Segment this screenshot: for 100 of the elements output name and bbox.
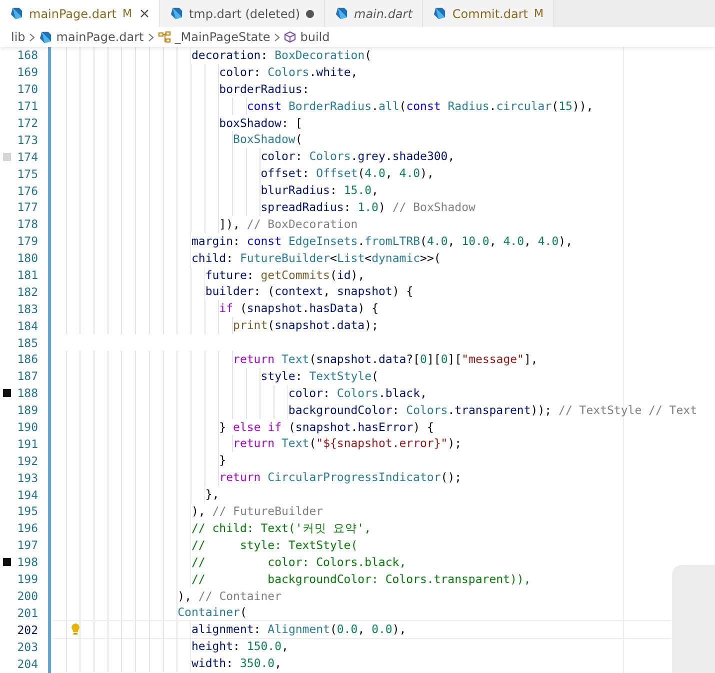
lightbulb-icon[interactable] xyxy=(71,623,80,636)
line-number: 193 xyxy=(16,470,39,485)
closing-label: // BoxDecoration xyxy=(246,216,358,233)
editor-tab[interactable]: tmp.dart (deleted) xyxy=(160,0,326,27)
code-line: boxShadow: [ xyxy=(219,114,302,132)
line-number: 183 xyxy=(16,302,39,316)
code-line: future: getCommits(id), xyxy=(205,266,365,284)
line-number: 195 xyxy=(16,504,39,518)
line-number: 202 xyxy=(16,622,39,637)
breadcrumb-item[interactable]: mainPage.dart xyxy=(56,30,144,44)
tab-label: mainPage.dart xyxy=(29,6,116,20)
line-number: 186 xyxy=(16,352,39,366)
line-number: 175 xyxy=(16,166,39,181)
line-number: 198 xyxy=(16,555,39,570)
line-number: 179 xyxy=(16,234,39,248)
closing-label: // BoxShadow xyxy=(392,199,476,216)
code-line: return CircularProgressIndicator(); xyxy=(219,469,462,486)
line-number: 178 xyxy=(16,217,39,232)
line-number: 172 xyxy=(16,116,39,130)
modified-indicator-text: M xyxy=(122,7,132,20)
code-line: color: Colors.black, xyxy=(288,384,427,402)
line-number: 171 xyxy=(16,99,39,114)
chevron-icon xyxy=(29,32,36,42)
code-line: width: 350.0, xyxy=(191,655,282,672)
editor-tab[interactable]: main.dart xyxy=(325,0,424,27)
code-line: const BorderRadius.all(const Radius.circular(15)), xyxy=(246,98,594,115)
breadcrumb-item[interactable]: _MainPageState xyxy=(174,30,270,44)
line-number: 184 xyxy=(16,318,39,333)
line-number: 189 xyxy=(16,403,39,418)
code-line: if (snapshot.hasData) { xyxy=(219,300,379,318)
code-line: // child: Text('커밋 요약', xyxy=(191,520,372,537)
line-number: 192 xyxy=(16,454,39,468)
line-number: 185 xyxy=(16,336,39,350)
code-line: // style: TextStyle( xyxy=(191,536,358,554)
tab-label: main.dart xyxy=(354,6,412,20)
code-line: alignment: Alignment(0.0, 0.0), xyxy=(191,621,406,638)
chevron-icon xyxy=(148,32,154,42)
code-line: ]), xyxy=(219,216,240,233)
closing-label: // TextStyle // Text xyxy=(558,402,698,419)
code-line: offset: Offset(4.0, 4.0), xyxy=(260,165,434,182)
code-line: print(snapshot.data); xyxy=(233,317,378,334)
dart-file-icon xyxy=(433,7,446,20)
dart-file-icon xyxy=(170,7,183,20)
code-line: margin: const EdgeInsets.fromLTRB(4.0, 10.0, 4.0, 4.0), xyxy=(191,232,573,250)
code-line: height: 150.0, xyxy=(191,638,288,656)
line-number: 190 xyxy=(16,420,39,434)
code-line: spreadRadius: 1.0) xyxy=(260,199,386,216)
chevron-icon xyxy=(274,32,280,42)
closing-label: // FutureBuilder xyxy=(212,503,324,520)
code-line: return Text("${snapshot.error}"); xyxy=(233,435,462,452)
line-number: 188 xyxy=(16,386,39,400)
breadcrumb-item[interactable]: build xyxy=(300,30,330,44)
cube-icon xyxy=(284,31,296,43)
code-line: Container( xyxy=(178,604,247,622)
line-number: 169 xyxy=(16,65,39,80)
line-number: 194 xyxy=(16,488,39,502)
line-number: 191 xyxy=(16,436,39,451)
line-number: 197 xyxy=(16,538,39,552)
line-number: 196 xyxy=(16,521,39,536)
code-line: borderRadius: xyxy=(219,80,310,98)
dart-file-icon xyxy=(39,30,52,44)
line-number: 170 xyxy=(16,82,39,96)
editor-tab[interactable]: mainPage.dart M xyxy=(0,0,160,27)
line-number: 173 xyxy=(16,132,39,147)
code-line: color: Colors.white, xyxy=(219,64,358,81)
code-line: } else if (snapshot.hasError) { xyxy=(219,418,434,436)
line-number: 177 xyxy=(16,200,39,214)
code-line: blurRadius: 15.0, xyxy=(260,182,378,200)
class-icon xyxy=(158,31,171,43)
code-line: // backgroundColor: Colors.transparent)), xyxy=(191,570,531,588)
line-number: 174 xyxy=(16,150,39,164)
code-line: builder: (context, snapshot) { xyxy=(205,283,414,300)
code-line: }, xyxy=(205,486,220,504)
code-line: BoxShadow( xyxy=(233,131,302,148)
line-number: 199 xyxy=(16,572,39,586)
editor-tab[interactable]: Commit.dart M xyxy=(423,0,554,27)
line-number: 203 xyxy=(16,640,39,654)
line-number: 201 xyxy=(16,606,39,620)
code-line: return Text(snapshot.data?[0][0]["message"], xyxy=(233,351,538,368)
code-line: // color: Colors.black, xyxy=(191,554,406,571)
code-line: ), xyxy=(191,503,206,520)
code-line: decoration: BoxDecoration( xyxy=(191,47,372,64)
tab-label: Commit.dart xyxy=(452,6,528,20)
line-number: 187 xyxy=(16,369,39,384)
dart-file-icon xyxy=(10,7,23,20)
code-line: backgroundColor: Colors.transparent)); xyxy=(288,402,552,419)
closing-label: // Container xyxy=(198,588,282,604)
line-number: 182 xyxy=(16,284,39,299)
breadcrumb-item[interactable]: lib xyxy=(11,30,26,44)
line-number: 181 xyxy=(16,268,39,282)
line-number: 200 xyxy=(16,588,39,603)
code-line: child: FutureBuilder<List<dynamic>>( xyxy=(191,250,441,267)
line-number: 204 xyxy=(16,656,39,670)
modified-indicator-text: M xyxy=(534,7,544,20)
close-icon[interactable] xyxy=(140,9,149,18)
dart-file-icon xyxy=(335,7,348,20)
tab-label: tmp.dart (deleted) xyxy=(188,6,300,20)
line-number: 168 xyxy=(16,48,39,62)
code-line: style: TextStyle( xyxy=(260,368,378,385)
code-line: ), xyxy=(178,588,192,604)
